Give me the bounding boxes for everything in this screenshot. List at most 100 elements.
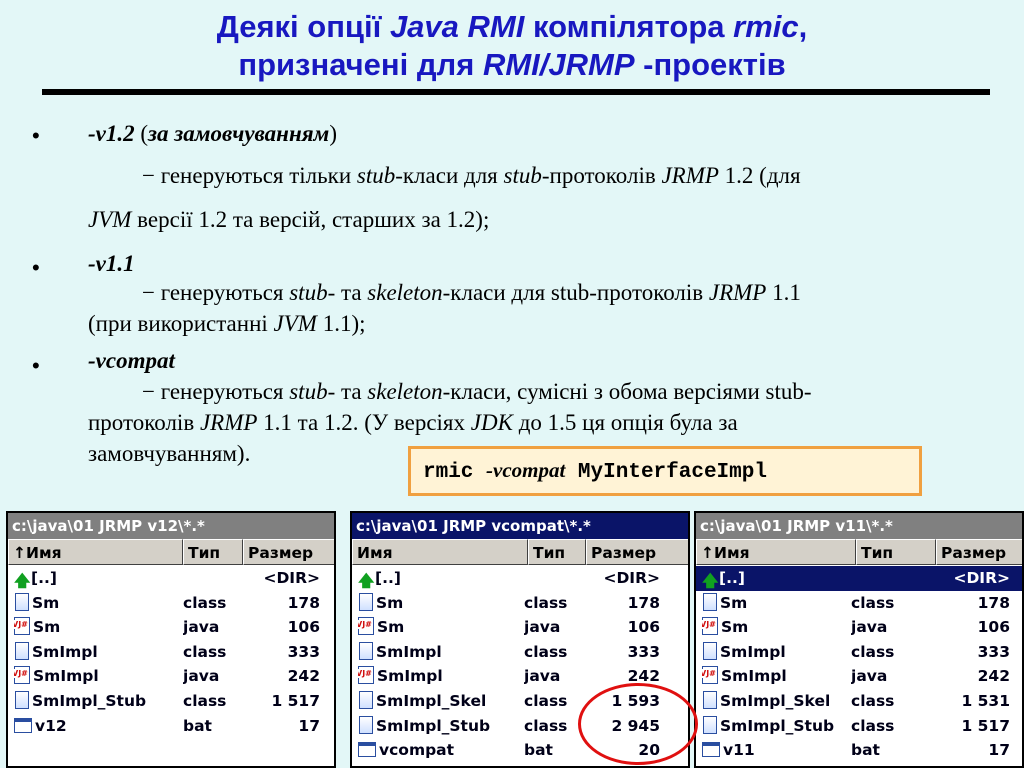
file-row[interactable]: 🡅[..] <DIR> bbox=[352, 566, 688, 591]
title-text: призначені для bbox=[238, 47, 483, 82]
file-name: v11 bbox=[723, 741, 755, 760]
text: stub bbox=[503, 163, 542, 188]
title-text: Деякі опції bbox=[216, 9, 390, 44]
text: stub bbox=[289, 280, 328, 305]
column-name[interactable]: Имя bbox=[352, 539, 528, 565]
file-name-cell: Sm bbox=[358, 615, 404, 640]
file-name: Sm bbox=[32, 593, 60, 612]
class-file-icon bbox=[15, 592, 29, 611]
file-row[interactable]: v12 bat 17 bbox=[8, 714, 334, 739]
class-file-icon bbox=[359, 690, 373, 709]
file-size: 242 bbox=[977, 667, 1010, 686]
text: JDK bbox=[470, 410, 513, 435]
panel-path: c:\java\01 JRMP vcompat\*.* bbox=[352, 513, 688, 539]
file-type: class bbox=[183, 593, 227, 612]
column-headers: Имя Тип Размер bbox=[352, 539, 688, 565]
title-divider bbox=[42, 89, 990, 95]
option-vcompat: -vcompat bbox=[88, 348, 175, 373]
file-size: <DIR> bbox=[953, 569, 1010, 587]
option-v12-line: -v1.2 (за замовчуванням) bbox=[88, 118, 337, 149]
file-name-cell: SmImpl bbox=[358, 640, 442, 665]
java-file-icon bbox=[702, 617, 718, 636]
bullet-icon: • bbox=[32, 123, 40, 148]
file-name-cell: SmImpl bbox=[702, 664, 787, 689]
option-v11-line: -v1.1 bbox=[88, 248, 135, 279]
file-row[interactable]: 🡅[..] <DIR> bbox=[696, 566, 1022, 591]
text: JVM bbox=[88, 207, 132, 232]
file-row[interactable]: Sm class 178 bbox=[8, 591, 334, 616]
file-row[interactable]: SmImpl class 333 bbox=[8, 640, 334, 665]
column-size[interactable]: Размер bbox=[936, 539, 1022, 565]
file-type: java bbox=[851, 618, 888, 637]
file-type: class bbox=[851, 593, 895, 612]
text: JVM bbox=[273, 311, 317, 336]
file-row[interactable]: SmImpl_Stub class 1 517 bbox=[8, 689, 334, 714]
file-row[interactable]: v11 bat 17 bbox=[696, 738, 1022, 763]
file-row[interactable]: 🡅[..] <DIR> bbox=[8, 566, 334, 591]
text: 1.2 (для bbox=[718, 163, 801, 188]
text: 1.1 bbox=[766, 280, 801, 305]
slide-title: Деякі опції Java RMI компілятора rmic, п… bbox=[0, 8, 1024, 84]
file-list: 🡅[..] <DIR> Sm class 178 Sm java 106 SmImpl class… bbox=[8, 566, 334, 738]
text: - та bbox=[327, 280, 368, 305]
title-line-1: Деякі опції Java RMI компілятора rmic, bbox=[0, 8, 1024, 46]
file-name: SmImpl_Stub bbox=[376, 716, 491, 735]
text: stub bbox=[356, 163, 396, 188]
class-file-icon bbox=[15, 641, 29, 660]
java-file-icon bbox=[14, 666, 30, 685]
option-v11: -v1.1 bbox=[88, 251, 135, 276]
file-list: 🡅[..] <DIR> Sm class 178 Sm java 106 SmImpl class… bbox=[696, 566, 1022, 763]
java-file-icon bbox=[702, 666, 718, 685]
text: skeleton bbox=[367, 379, 443, 404]
panel-path: c:\java\01 JRMP v11\*.* bbox=[696, 513, 1022, 539]
java-file-icon bbox=[358, 617, 374, 636]
file-row[interactable]: SmImpl class 333 bbox=[696, 640, 1022, 665]
file-row[interactable]: SmImpl_Stub class 1 517 bbox=[696, 714, 1022, 739]
column-name[interactable]: ↑Имя bbox=[8, 539, 183, 565]
file-name-cell: 🡅[..] bbox=[702, 566, 745, 591]
file-type: java bbox=[851, 667, 888, 686]
file-type: java bbox=[524, 618, 561, 637]
column-type[interactable]: Тип bbox=[183, 539, 243, 565]
file-row[interactable]: Sm java 106 bbox=[352, 615, 688, 640]
option-vcompat-desc-3: замовчуванням). bbox=[88, 438, 250, 469]
file-name: Sm bbox=[720, 593, 748, 612]
option-v12-desc-2: JVM версії 1.2 та версій, старших за 1.2… bbox=[88, 204, 489, 235]
column-name[interactable]: ↑Имя bbox=[696, 539, 856, 565]
text: -протоколів bbox=[541, 163, 662, 188]
file-row[interactable]: Sm class 178 bbox=[696, 591, 1022, 616]
class-file-icon bbox=[703, 690, 717, 709]
file-row[interactable]: SmImpl class 333 bbox=[352, 640, 688, 665]
file-row[interactable]: Sm java 106 bbox=[8, 615, 334, 640]
file-row[interactable]: SmImpl_Skel class 1 531 bbox=[696, 689, 1022, 714]
text: до 1.5 ця опція була за bbox=[512, 410, 738, 435]
file-name-cell: Sm bbox=[702, 615, 748, 640]
file-name: SmImpl bbox=[721, 667, 787, 686]
file-name: SmImpl bbox=[376, 642, 442, 661]
file-row[interactable]: Sm class 178 bbox=[352, 591, 688, 616]
bullet-icon: • bbox=[32, 255, 40, 280]
column-size[interactable]: Размер bbox=[243, 539, 334, 565]
file-name: Sm bbox=[33, 618, 61, 637]
column-type[interactable]: Тип bbox=[856, 539, 936, 565]
file-row[interactable]: Sm java 106 bbox=[696, 615, 1022, 640]
file-type: class bbox=[183, 642, 227, 661]
class-file-icon bbox=[359, 715, 373, 734]
file-size: 333 bbox=[287, 642, 320, 661]
file-type: class bbox=[524, 691, 568, 710]
option-v11-desc-2: (при використанні JVM 1.1); bbox=[88, 308, 366, 339]
file-name: [..] bbox=[31, 569, 57, 587]
text: ( bbox=[134, 121, 149, 146]
java-file-icon bbox=[358, 666, 374, 685]
file-size: 1 517 bbox=[961, 716, 1010, 735]
file-size: <DIR> bbox=[603, 569, 660, 587]
file-row[interactable]: SmImpl java 242 bbox=[8, 664, 334, 689]
file-name: [..] bbox=[375, 569, 401, 587]
text: -класи для stub-протоколів bbox=[442, 280, 709, 305]
file-name-cell: SmImpl_Stub bbox=[702, 714, 834, 739]
column-type[interactable]: Тип bbox=[528, 539, 586, 565]
file-name: Sm bbox=[376, 593, 404, 612]
column-size[interactable]: Размер bbox=[586, 539, 688, 565]
file-row[interactable]: SmImpl java 242 bbox=[696, 664, 1022, 689]
file-size: 17 bbox=[988, 741, 1010, 760]
